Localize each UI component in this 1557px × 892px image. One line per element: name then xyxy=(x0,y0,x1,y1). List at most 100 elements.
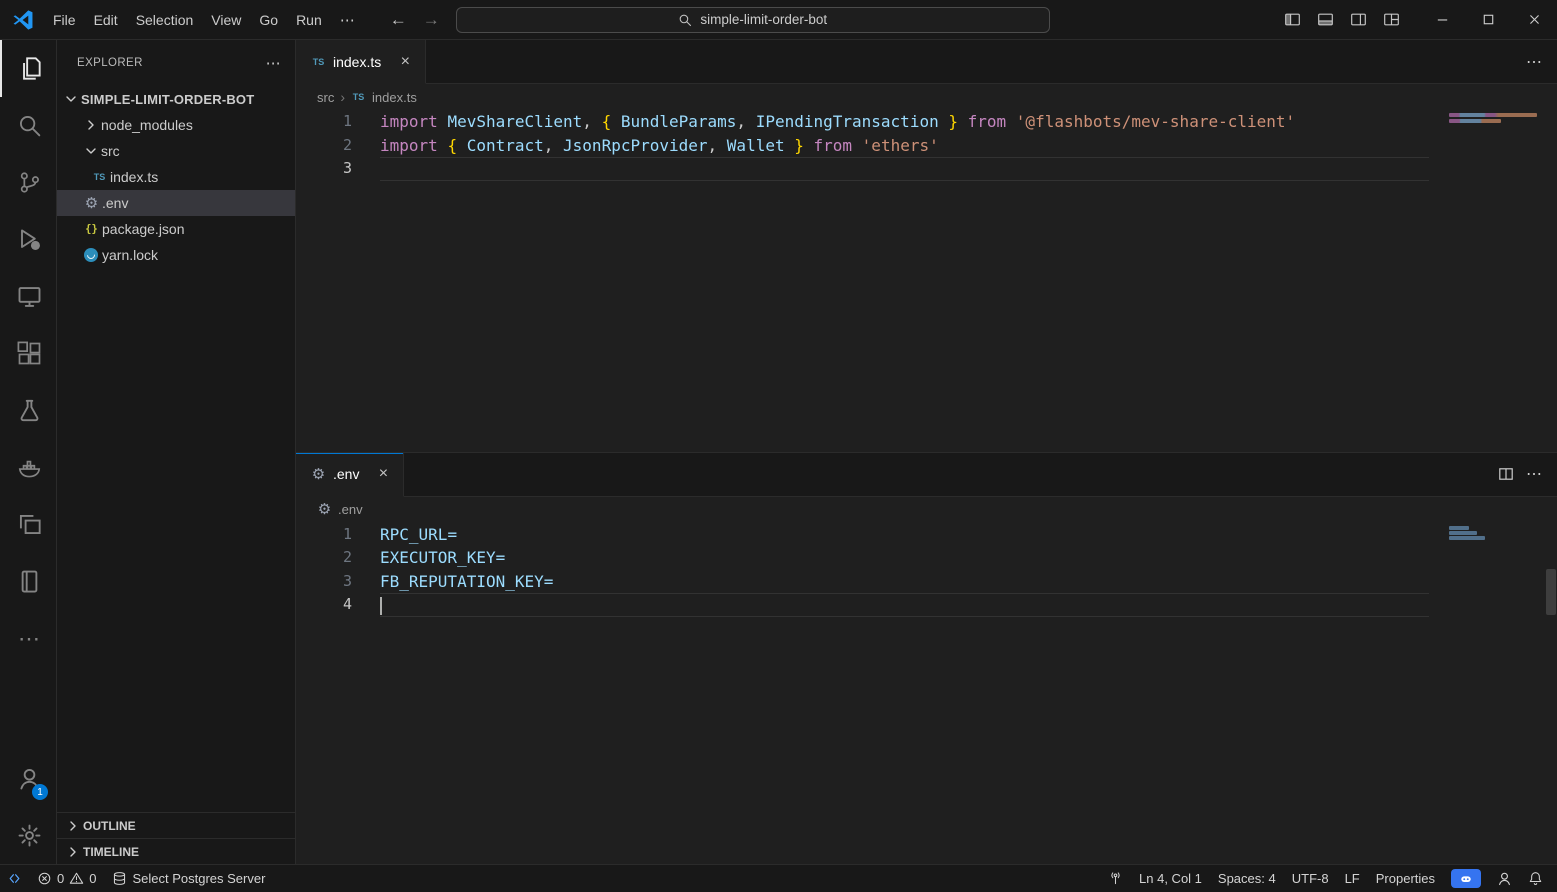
toggle-sidebar-icon[interactable] xyxy=(1277,5,1308,35)
encoding-setting[interactable]: UTF-8 xyxy=(1284,865,1337,892)
line-number[interactable]: 2 xyxy=(296,546,380,570)
close-tab-icon[interactable] xyxy=(395,52,415,72)
indentation-setting[interactable]: Spaces: 4 xyxy=(1210,865,1284,892)
maximize-button[interactable] xyxy=(1465,0,1511,40)
activity-item-settings[interactable] xyxy=(0,807,56,864)
menu-edit[interactable]: Edit xyxy=(85,7,127,33)
minimize-button[interactable] xyxy=(1419,0,1465,40)
editor-more-actions-icon[interactable] xyxy=(1526,52,1542,72)
activity-item-source-control[interactable] xyxy=(0,154,56,211)
menu-run[interactable]: Run xyxy=(287,7,331,33)
line-content[interactable] xyxy=(380,157,1429,181)
code-token[interactable]: = xyxy=(447,525,457,544)
line-number[interactable]: 4 xyxy=(296,593,380,617)
activity-item-live-preview[interactable] xyxy=(0,496,56,553)
feedback-item[interactable] xyxy=(1489,865,1520,892)
close-button[interactable] xyxy=(1511,0,1557,40)
line-content[interactable]: import { Contract, JsonRpcProvider, Wall… xyxy=(380,134,1429,158)
broadcast-item[interactable] xyxy=(1100,865,1131,892)
line-content[interactable]: EXECUTOR_KEY= xyxy=(380,546,1429,570)
code-token[interactable]: Contract xyxy=(467,136,544,155)
code-line-3[interactable]: 3 xyxy=(296,157,1557,181)
line-number[interactable]: 1 xyxy=(296,523,380,547)
tree-item--env[interactable]: .env xyxy=(57,190,295,216)
code-token[interactable]: JsonRpcProvider xyxy=(563,136,708,155)
breadcrumb-folder[interactable]: src xyxy=(317,90,334,105)
customize-layout-icon[interactable] xyxy=(1376,5,1407,35)
code-token[interactable]: FB_REPUTATION_KEY xyxy=(380,572,544,591)
line-content[interactable] xyxy=(380,593,1429,617)
eol-setting[interactable]: LF xyxy=(1337,865,1368,892)
cursor-position[interactable]: Ln 4, Col 1 xyxy=(1131,865,1210,892)
scrollbar-thumb[interactable] xyxy=(1546,569,1556,615)
line-number[interactable]: 3 xyxy=(296,157,380,181)
code-token[interactable]: = xyxy=(544,572,554,591)
activity-item-extensions[interactable] xyxy=(0,325,56,382)
explorer-more-actions-icon[interactable] xyxy=(266,54,281,72)
code-line-3[interactable]: 3FB_REPUTATION_KEY= xyxy=(296,570,1557,594)
code-token[interactable]: IPendingTransaction xyxy=(756,112,939,131)
editor-more-actions-icon[interactable] xyxy=(1526,464,1542,484)
code-token[interactable] xyxy=(958,112,968,131)
code-line-4[interactable]: 4 xyxy=(296,593,1557,617)
code-token[interactable]: , xyxy=(736,112,755,131)
activity-item-database[interactable] xyxy=(0,553,56,610)
tab-index-ts[interactable]: index.ts xyxy=(296,40,426,84)
problems-indicator[interactable]: 0 0 xyxy=(29,865,104,892)
activity-item-search[interactable] xyxy=(0,97,56,154)
copilot-status[interactable] xyxy=(1443,865,1489,892)
code-token[interactable]: from xyxy=(814,136,862,155)
code-token[interactable]: Wallet xyxy=(727,136,785,155)
activity-item-accounts[interactable]: 1 xyxy=(0,750,56,807)
minimap[interactable] xyxy=(1447,523,1543,865)
code-token[interactable]: BundleParams xyxy=(621,112,737,131)
postgres-server-selector[interactable]: Select Postgres Server xyxy=(104,865,273,892)
notifications-item[interactable] xyxy=(1520,865,1551,892)
remote-indicator[interactable] xyxy=(0,865,29,892)
command-center-search[interactable]: simple-limit-order-bot xyxy=(456,7,1050,33)
toggle-secondary-sidebar-icon[interactable] xyxy=(1343,5,1374,35)
code-token[interactable]: { xyxy=(602,112,621,131)
menu-selection[interactable]: Selection xyxy=(127,7,203,33)
tab-env[interactable]: .env xyxy=(296,453,404,497)
code-token[interactable]: , xyxy=(582,112,601,131)
code-editor-bottom[interactable]: 1RPC_URL=2EXECUTOR_KEY=3FB_REPUTATION_KE… xyxy=(296,523,1557,865)
activity-item-run-and-debug[interactable] xyxy=(0,211,56,268)
tree-item-node-modules[interactable]: node_modules xyxy=(57,112,295,138)
code-token[interactable]: 'ethers' xyxy=(862,136,939,155)
menu-overflow-icon[interactable] xyxy=(331,11,364,29)
minimap[interactable] xyxy=(1447,110,1543,452)
menu-file[interactable]: File xyxy=(44,7,85,33)
line-content[interactable]: import MevShareClient, { BundleParams, I… xyxy=(380,110,1429,134)
code-token[interactable]: } xyxy=(939,112,958,131)
code-line-1[interactable]: 1RPC_URL= xyxy=(296,523,1557,547)
activity-item-testing[interactable] xyxy=(0,382,56,439)
menu-go[interactable]: Go xyxy=(250,7,287,33)
tree-item-simple-limit-order-bot[interactable]: SIMPLE-LIMIT-ORDER-BOT xyxy=(57,86,295,112)
tree-item-package-json[interactable]: package.json xyxy=(57,216,295,242)
code-line-2[interactable]: 2EXECUTOR_KEY= xyxy=(296,546,1557,570)
close-tab-icon[interactable] xyxy=(373,464,393,484)
code-token[interactable]: = xyxy=(496,548,506,567)
code-token[interactable]: EXECUTOR_KEY xyxy=(380,548,496,567)
tree-item-src[interactable]: src xyxy=(57,138,295,164)
line-number[interactable]: 1 xyxy=(296,110,380,134)
line-content[interactable]: RPC_URL= xyxy=(380,523,1429,547)
activity-item-explorer[interactable] xyxy=(0,40,56,97)
code-token[interactable]: RPC_URL xyxy=(380,525,447,544)
code-token[interactable]: from xyxy=(968,112,1016,131)
back-button[interactable]: ← xyxy=(390,10,407,30)
code-token[interactable]: { xyxy=(447,136,466,155)
activity-item-docker[interactable] xyxy=(0,439,56,496)
code-token[interactable]: , xyxy=(544,136,563,155)
tree-item-index-ts[interactable]: index.ts xyxy=(57,164,295,190)
language-mode[interactable]: Properties xyxy=(1368,865,1443,892)
line-content[interactable]: FB_REPUTATION_KEY= xyxy=(380,570,1429,594)
line-number[interactable]: 3 xyxy=(296,570,380,594)
code-token[interactable]: } xyxy=(785,136,804,155)
line-number[interactable]: 2 xyxy=(296,134,380,158)
breadcrumb-file[interactable]: .env xyxy=(338,502,363,517)
code-token[interactable]: MevShareClient xyxy=(447,112,582,131)
code-token[interactable]: import xyxy=(380,112,447,131)
forward-button[interactable]: → xyxy=(423,10,440,30)
